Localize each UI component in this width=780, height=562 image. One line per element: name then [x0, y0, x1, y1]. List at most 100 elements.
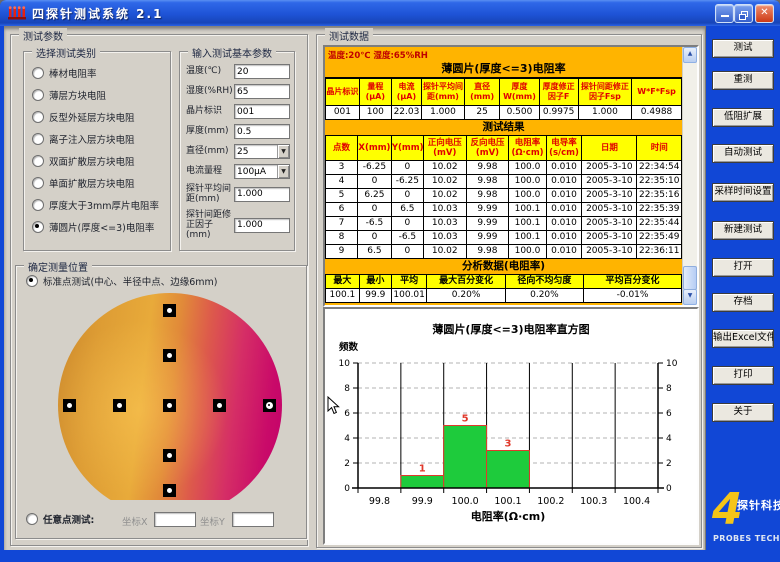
table-cell: 9.99	[465, 230, 510, 245]
scrollbar-thumb[interactable]	[683, 266, 697, 290]
minimize-button[interactable]	[715, 4, 734, 23]
table-cell: 9.98	[465, 174, 510, 189]
column-header: 厚度W(mm)	[499, 78, 540, 106]
test-type-option[interactable]: 薄层方块电阻	[32, 88, 159, 102]
test-type-option[interactable]: 双面扩散层方块电阻	[32, 154, 159, 168]
table-cell: 0	[357, 230, 392, 245]
header-row: 最大 最小 平均 最大百分变化 径向不均匀度 平均百分变化	[325, 274, 682, 289]
scroll-down-icon[interactable]: ▼	[683, 289, 697, 305]
test-type-option[interactable]: 反型外延层方块电阻	[32, 110, 159, 124]
param-input[interactable]: 20	[234, 64, 290, 79]
column-header: 最大	[325, 274, 360, 289]
radio-icon	[26, 275, 38, 287]
arbitrary-point-option[interactable]: 任意点测试:	[26, 512, 94, 526]
action-button-column: 测试重测低阻扩展自动测试采样时间设置 新建测试打开存档输出Excel文件 打印关于	[705, 26, 780, 550]
param-input[interactable]: 0.5	[234, 124, 290, 139]
test-type-option-label: 反型外延层方块电阻	[49, 113, 135, 124]
close-icon: ✕	[760, 7, 769, 18]
test-type-option[interactable]: 棒材电阻率	[32, 66, 159, 80]
table-cell: 0.4988	[631, 105, 682, 120]
table-row: 4 0 -6.25 10.02 9.98 100.0 0.010 2005-3-10 22:35…	[325, 174, 682, 189]
table-cell: 100.0	[508, 188, 547, 203]
archive-button[interactable]: 存档	[712, 293, 774, 312]
chevron-down-icon[interactable]: ▼	[277, 145, 289, 158]
table-cell: 0	[390, 160, 424, 175]
low-resistance-expand-button[interactable]: 低阻扩展	[712, 108, 774, 127]
export-excel-button[interactable]: 输出Excel文件	[712, 329, 774, 348]
measure-point	[162, 303, 176, 317]
param-input[interactable]: 1.000	[234, 217, 290, 233]
table-cell: 22:35:16	[636, 188, 682, 203]
table-cell: 100.1	[508, 230, 547, 245]
param-select[interactable]: 100μA ▼	[234, 164, 290, 179]
test-type-option[interactable]: 薄圆片(厚度<=3)电阻率	[32, 220, 159, 234]
table-cell: 2005-3-10	[581, 160, 638, 175]
close-button[interactable]: ✕	[755, 4, 774, 23]
auto-test-button[interactable]: 自动测试	[712, 144, 774, 163]
column-header: 电阻率(Ω·cm)	[508, 135, 547, 161]
svg-text:2: 2	[344, 459, 350, 469]
standard-point-option[interactable]: 标准点测试(中心、半径中点、边缘6mm)	[26, 274, 217, 288]
param-input[interactable]: 001	[234, 104, 290, 119]
group-test-parameters: 测试参数 选择测试类别 棒材电阻率 薄层方块电阻 反型外延层方块电阻 离子注入层方块电…	[10, 28, 308, 546]
table-cell: 2005-3-10	[581, 202, 638, 217]
measure-point-center	[162, 398, 176, 412]
svg-text:10: 10	[666, 359, 678, 369]
test-button[interactable]: 测试	[712, 39, 774, 58]
title-bar: 四探针测试系统 2.1 ✕	[0, 0, 780, 26]
svg-text:5: 5	[462, 414, 469, 425]
table-cell: 100.01	[390, 288, 428, 303]
wafer-disc	[58, 293, 282, 500]
column-header: 量程(μA)	[358, 78, 392, 106]
svg-text:电阻率(Ω·cm): 电阻率(Ω·cm)	[471, 509, 546, 523]
group-measure-position: 确定测量位置 标准点测试(中心、半径中点、边缘6mm) 任意点测试: 坐标X 坐…	[15, 259, 307, 539]
measure-point	[162, 348, 176, 362]
measure-point	[212, 398, 226, 412]
coord-x-input[interactable]	[154, 512, 196, 527]
table-cell: 0	[390, 188, 424, 203]
param-value: 20	[237, 66, 249, 77]
table-cell: 0	[390, 244, 424, 259]
test-type-option-label: 单面扩散层方块电阻	[49, 179, 135, 190]
about-button[interactable]: 关于	[712, 403, 774, 422]
param-field-row: 直径(mm) 25 ▼	[186, 144, 290, 159]
measure-point	[62, 398, 76, 412]
test-type-option[interactable]: 离子注入层方块电阻	[32, 132, 159, 146]
table-row: 6 0 6.5 10.03 9.99 100.1 0.010 2005-3-10 22:35:3…	[325, 202, 682, 217]
svg-text:2: 2	[666, 459, 672, 469]
column-header: W*F*Fsp	[631, 78, 682, 106]
column-header: 径向不均匀度	[504, 274, 585, 289]
new-test-button[interactable]: 新建测试	[712, 221, 774, 240]
table-cell: 22:35:49	[636, 230, 682, 245]
client-area: 测试参数 选择测试类别 棒材电阻率 薄层方块电阻 反型外延层方块电阻 离子注入层方块电…	[4, 26, 706, 550]
app-icon	[8, 6, 26, 20]
header-row: 晶片标识 量程(μA) 电流(μA) 探针平均间距(mm) 直径(mm) 厚度W(mm) 厚…	[325, 78, 682, 106]
column-header: 直径(mm)	[463, 78, 501, 106]
table-cell: 6.5	[390, 202, 424, 217]
table-cell: 6.25	[357, 188, 392, 203]
restore-button[interactable]	[734, 4, 753, 23]
test-type-option-label: 离子注入层方块电阻	[49, 135, 135, 146]
vertical-scrollbar[interactable]: ▲ ▼	[682, 47, 697, 305]
measure-point	[112, 398, 126, 412]
table-cell: 100.0	[508, 174, 547, 189]
column-header: X(mm)	[357, 135, 392, 161]
test-type-option[interactable]: 单面扩散层方块电阻	[32, 176, 159, 190]
column-header: 正向电压(mV)	[422, 135, 467, 161]
coord-y-input[interactable]	[232, 512, 274, 527]
table-cell: -6.25	[390, 174, 424, 189]
param-input[interactable]: 1.000	[234, 186, 290, 202]
chevron-down-icon[interactable]: ▼	[277, 165, 289, 178]
param-input[interactable]: 65	[234, 84, 290, 99]
open-button[interactable]: 打开	[712, 258, 774, 277]
group-title: 确定测量位置	[24, 259, 92, 274]
test-type-option[interactable]: 厚度大于3mm厚片电阻率	[32, 198, 159, 212]
svg-text:100.3: 100.3	[580, 496, 607, 507]
print-button[interactable]: 打印	[712, 366, 774, 385]
param-select[interactable]: 25 ▼	[234, 144, 290, 159]
scroll-up-icon[interactable]: ▲	[683, 47, 697, 63]
svg-text:8: 8	[344, 384, 350, 394]
table-cell: 7	[325, 216, 359, 231]
sampling-time-settings-button[interactable]: 采样时间设置	[712, 183, 774, 202]
retest-button[interactable]: 重测	[712, 71, 774, 90]
